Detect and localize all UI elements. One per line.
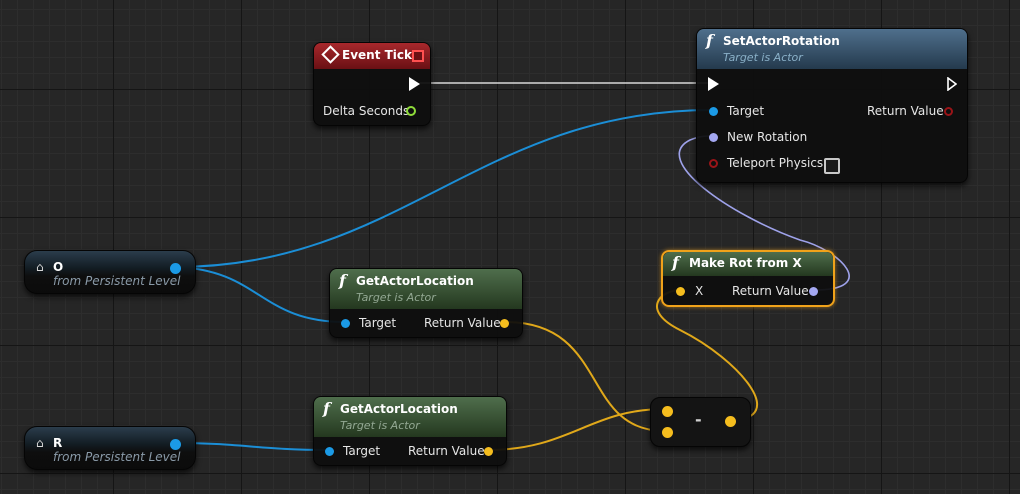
x-label: X: [695, 284, 704, 298]
get-actor-location-header-1[interactable]: f GetActorLocation Target is Actor: [330, 269, 522, 309]
delegate-pin-icon[interactable]: [412, 50, 424, 62]
subtract-output-pin[interactable]: [725, 416, 736, 427]
set-actor-rotation-subtitle: Target is Actor: [723, 51, 803, 64]
make-rot-return-pin[interactable]: [809, 287, 818, 296]
actor-r-subtitle: from Persistent Level: [53, 450, 181, 464]
wire-r-to-getloc2: [175, 442, 330, 451]
return-value-pin[interactable]: [500, 319, 509, 328]
delta-seconds-pin[interactable]: [406, 106, 416, 116]
actor-icon: ⌂: [36, 436, 44, 450]
get-actor-location-node-1[interactable]: f GetActorLocation Target is Actor Targe…: [329, 268, 523, 338]
x-pin[interactable]: [676, 287, 685, 296]
target-pin[interactable]: [325, 447, 334, 456]
set-actor-rotation-header[interactable]: f SetActorRotation Target is Actor: [697, 29, 967, 69]
target-pin[interactable]: [341, 319, 350, 328]
actor-r-output-pin[interactable]: [170, 439, 181, 450]
make-rot-return-label: Return Value: [732, 284, 809, 298]
function-icon: f: [323, 399, 330, 418]
set-actor-rotation-title: SetActorRotation: [723, 34, 840, 48]
return-value-pin[interactable]: [944, 107, 953, 116]
target-label: Target: [343, 444, 381, 458]
return-value-pin[interactable]: [484, 447, 493, 456]
actor-o-output-pin[interactable]: [170, 263, 181, 274]
make-rot-header[interactable]: f Make Rot from X: [663, 252, 833, 276]
get-actor-location-title-2: GetActorLocation: [340, 402, 458, 416]
subtract-input-a-pin[interactable]: [662, 406, 673, 417]
event-icon: [321, 45, 340, 64]
target-pin[interactable]: [709, 107, 718, 116]
return-value-label: Return Value: [424, 316, 501, 330]
delta-seconds-label: Delta Seconds: [323, 104, 410, 118]
return-value-label: Return Value: [408, 444, 485, 458]
get-actor-location-subtitle-2: Target is Actor: [340, 419, 420, 432]
get-actor-location-title-1: GetActorLocation: [356, 274, 474, 288]
wire-o-to-target: [175, 109, 713, 268]
exec-out-pin[interactable]: [409, 77, 420, 91]
wire-o-to-getloc1: [175, 266, 346, 323]
function-icon: f: [339, 271, 346, 290]
actor-r-name: R: [53, 436, 63, 450]
make-rot-title: Make Rot from X: [689, 256, 802, 270]
set-actor-rotation-node[interactable]: f SetActorRotation Target is Actor Targe…: [696, 28, 968, 183]
actor-o-subtitle: from Persistent Level: [53, 274, 181, 288]
get-actor-location-subtitle-1: Target is Actor: [356, 291, 436, 304]
wire-loc2-to-subtract: [487, 408, 666, 451]
teleport-physics-pin[interactable]: [709, 159, 718, 168]
new-rotation-pin[interactable]: [709, 133, 718, 142]
target-label: Target: [727, 104, 765, 118]
teleport-physics-label: Teleport Physics: [727, 156, 824, 170]
event-tick-title: Event Tick: [342, 48, 413, 62]
return-value-label: Return Value: [867, 104, 944, 118]
exec-out-pin[interactable]: [947, 77, 957, 91]
make-rot-from-x-node[interactable]: f Make Rot from X X Return Value: [661, 250, 835, 307]
function-icon: f: [706, 31, 713, 50]
teleport-physics-checkbox[interactable]: [824, 158, 840, 174]
actor-icon: ⌂: [36, 260, 44, 274]
actor-o-name: O: [53, 260, 64, 274]
subtract-input-b-pin[interactable]: [662, 427, 673, 438]
actor-r-reference-node[interactable]: ⌂ R from Persistent Level: [24, 426, 196, 470]
wire-loc1-to-subtract: [504, 321, 666, 432]
subtract-node[interactable]: -: [650, 397, 751, 447]
actor-o-reference-node[interactable]: ⌂ O from Persistent Level: [24, 250, 196, 294]
exec-in-pin[interactable]: [708, 77, 719, 91]
get-actor-location-node-2[interactable]: f GetActorLocation Target is Actor Targe…: [313, 396, 507, 466]
new-rotation-label: New Rotation: [727, 130, 808, 144]
event-tick-header[interactable]: Event Tick: [314, 43, 430, 69]
function-icon: f: [672, 253, 679, 272]
get-actor-location-header-2[interactable]: f GetActorLocation Target is Actor: [314, 397, 506, 437]
event-tick-node[interactable]: Event Tick Delta Seconds: [313, 42, 431, 126]
target-label: Target: [359, 316, 397, 330]
subtract-symbol: -: [695, 410, 702, 429]
